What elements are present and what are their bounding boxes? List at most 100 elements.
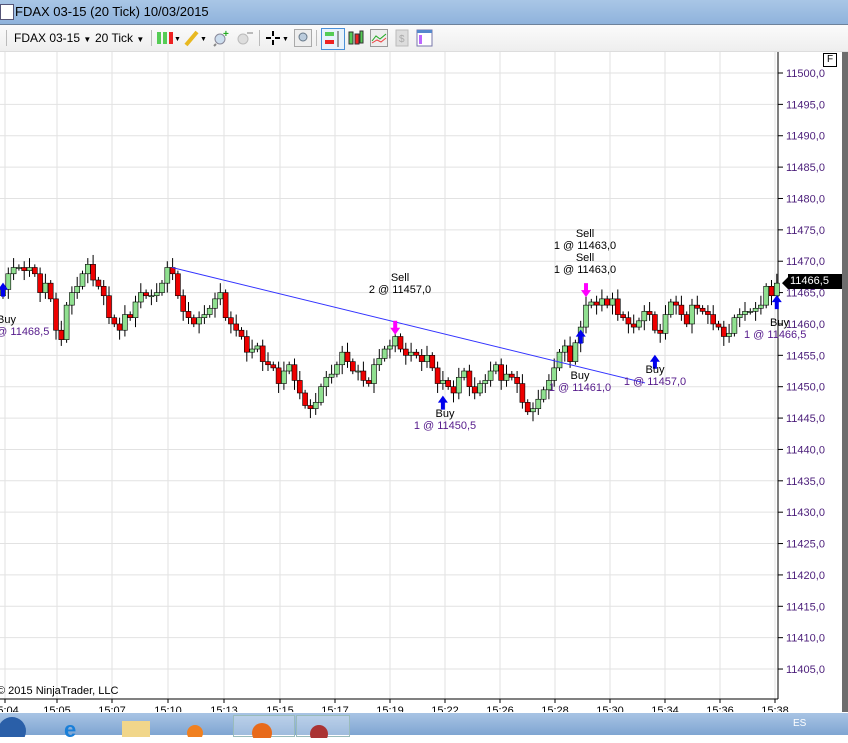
chart-trader-icon[interactable] [321,28,345,50]
candle [180,289,186,321]
candle [323,371,330,397]
candle-body [212,298,218,309]
sell-execution-marker: Sell2 @ 11457,0 [369,272,431,335]
candle [609,292,616,315]
file-explorer-icon[interactable] [118,715,158,737]
candle-body [143,292,149,297]
vertical-scrollbar[interactable] [842,52,848,712]
strategies-icon[interactable]: $ [393,29,411,47]
candle-body [291,364,298,381]
candle [69,286,75,315]
candle [561,339,568,362]
candle-body [148,295,155,298]
candle-body [540,389,547,400]
bar-style-icon[interactable] [347,29,365,47]
start-button[interactable] [0,715,40,743]
candle [148,289,155,306]
candle-body [604,298,611,306]
toolbar-divider [151,30,152,46]
y-tick-label: 11485,0 [786,162,825,174]
candle [302,389,308,409]
candle [259,339,266,372]
candle [371,358,377,393]
sell-execution-marker: Sell1 @ 11463,0 [554,252,616,276]
indicators-icon[interactable] [370,29,388,47]
zoom-out-icon[interactable] [236,29,254,47]
candle-body [328,373,335,378]
y-tick-label: 11445,0 [786,413,825,425]
price-chart[interactable]: 15:04 15:05 15:07 15:10 15:13 15:15 15:17 15:19… [0,52,842,717]
crosshair-icon[interactable]: ▼ [265,29,289,47]
execution-detail: 1 @ 11463,0 [554,240,616,252]
candle [191,314,197,328]
candle-body [498,364,505,381]
candle [318,383,324,406]
candle [620,311,626,321]
candle-body [376,358,383,366]
language-indicator[interactable]: ES [793,718,806,729]
candle [445,377,452,390]
interval-label: 20 Tick [95,31,134,45]
candle-body [95,279,102,287]
candle-body [487,370,494,381]
firefox-icon[interactable] [233,715,295,743]
candle [360,361,367,387]
chart-toolbar: FDAX 03-15 ▼ 20 Tick ▼ ▼ ▼ + ▼ $ [0,25,848,52]
candle [16,264,22,271]
candle [673,295,679,315]
candle [519,374,526,409]
candle-body [116,323,123,331]
candle [31,264,38,277]
current-price-label: 11466,5 [788,274,842,289]
zoom-box-icon[interactable] [294,29,312,47]
ninjatrader-icon[interactable] [296,715,350,743]
candle-body [625,317,632,325]
zoom-in-icon[interactable]: + [213,29,231,47]
execution-detail: 1 @ 11466,5 [744,329,806,341]
y-tick-label: 11490,0 [786,131,825,143]
candle [53,292,59,340]
candle-body [455,376,462,394]
candle [5,267,12,299]
candle [614,289,621,321]
candle [153,283,160,303]
media-player-icon[interactable] [175,715,215,741]
candle [201,305,208,324]
x-tick-label: 15:07 [98,705,126,712]
candle [339,345,346,375]
candle-body [726,333,732,337]
candle [74,276,80,299]
candle-body [434,367,441,384]
properties-icon[interactable] [416,29,434,47]
candle-body [159,282,165,293]
candle [164,261,171,293]
candle [524,399,531,415]
candle [402,342,409,365]
candle-body [100,286,107,297]
instrument-selector[interactable]: FDAX 03-15 ▼ [14,29,91,47]
chart-canvas[interactable]: 15:04 15:05 15:07 15:10 15:13 15:15 15:17 15:19… [0,52,840,717]
candle-body [63,304,70,340]
execution-detail: 1 @ 11461,0 [549,382,611,394]
internet-explorer-icon[interactable]: e [60,715,100,742]
f-button[interactable]: F [823,53,837,67]
interval-selector[interactable]: 20 Tick ▼ [95,29,144,47]
candle-body [164,267,171,284]
candle-body [111,317,118,325]
y-tick-label: 11430,0 [786,507,825,519]
y-tick-label: 11495,0 [786,99,825,111]
candlestick-style-icon[interactable]: ▼ [156,29,181,47]
candle-body [599,298,605,306]
pencil-draw-icon[interactable]: ▼ [184,29,207,47]
candle [63,302,70,343]
candle-body [636,320,642,328]
y-tick-label: 11410,0 [786,633,825,645]
candle-body [74,286,80,293]
candle-body [281,370,287,384]
candle-body [397,336,404,350]
candle [556,349,563,372]
chevron-down-icon: ▼ [83,35,92,44]
sell-arrow-icon [581,283,591,298]
candle [742,302,748,321]
candle-body [302,392,308,406]
